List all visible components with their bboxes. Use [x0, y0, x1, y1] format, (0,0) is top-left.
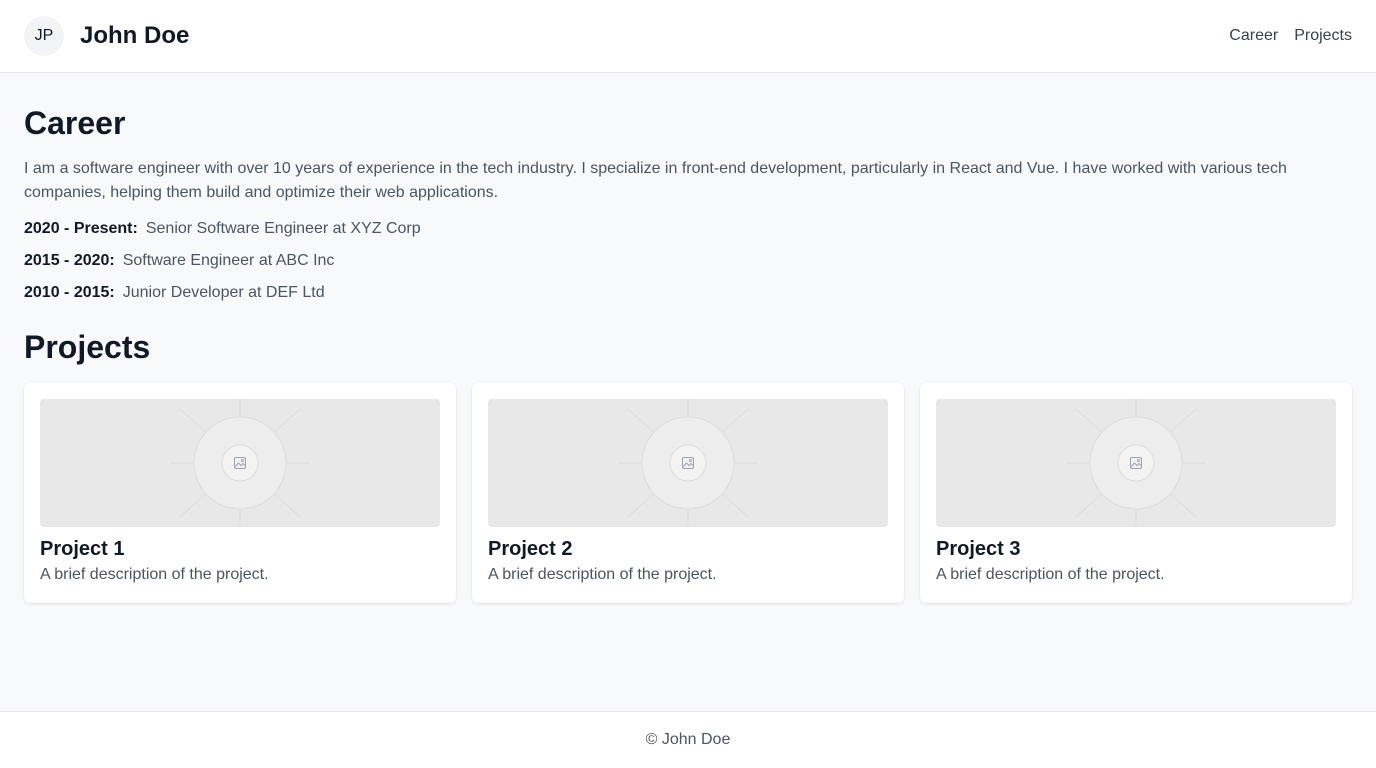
project-card[interactable]: Project 1 A brief description of the pro…	[24, 383, 456, 603]
career-section: Career I am a software engineer with ove…	[24, 103, 1352, 313]
career-intro: I am a software engineer with over 10 ye…	[24, 160, 1287, 201]
footer-copyright: © John Doe	[645, 731, 731, 748]
career-role: Junior Developer at DEF Ltd	[122, 284, 325, 301]
career-period: 2010 - 2015:	[24, 284, 115, 301]
career-role: Software Engineer at ABC Inc	[122, 252, 335, 269]
avatar: JP	[24, 16, 64, 56]
project-card[interactable]: Project 2 A brief description of the pro…	[472, 383, 904, 603]
image-placeholder-icon	[1066, 399, 1206, 527]
main-content: Career I am a software engineer with ove…	[24, 73, 1352, 603]
project-name: Project 2	[488, 538, 573, 560]
career-role: Senior Software Engineer at XYZ Corp	[145, 220, 421, 237]
site-title: John Doe	[80, 22, 190, 49]
image-placeholder-icon	[618, 399, 758, 527]
project-description: A brief description of the project.	[40, 566, 269, 583]
site-header: JP John Doe Career Projects	[0, 0, 1376, 73]
projects-section: Projects Project 1 A brief description o…	[24, 327, 1352, 603]
project-description: A brief description of the project.	[936, 566, 1165, 583]
site-footer: © John Doe	[0, 711, 1376, 768]
project-image	[936, 399, 1336, 527]
projects-heading: Projects	[24, 329, 151, 365]
image-placeholder-icon	[170, 399, 310, 527]
project-image	[488, 399, 888, 527]
avatar-initials: JP	[34, 27, 54, 44]
career-period: 2015 - 2020:	[24, 252, 115, 269]
project-card[interactable]: Project 3 A brief description of the pro…	[920, 383, 1352, 603]
project-image	[40, 399, 440, 527]
career-heading: Career	[24, 105, 126, 141]
career-item: 2015 - 2020: Software Engineer at ABC In…	[24, 249, 1352, 281]
career-item: 2020 - Present: Senior Software Engineer…	[24, 217, 1352, 249]
project-name: Project 3	[936, 538, 1021, 560]
nav-link-projects[interactable]: Projects	[1294, 24, 1352, 48]
career-item: 2010 - 2015: Junior Developer at DEF Ltd	[24, 281, 1352, 313]
project-name: Project 1	[40, 538, 125, 560]
main-nav: Career Projects	[1229, 24, 1352, 48]
nav-link-career[interactable]: Career	[1229, 24, 1278, 48]
project-description: A brief description of the project.	[488, 566, 717, 583]
career-list: 2020 - Present: Senior Software Engineer…	[24, 217, 1352, 313]
project-grid: Project 1 A brief description of the pro…	[24, 383, 1352, 603]
career-period: 2020 - Present:	[24, 220, 138, 237]
